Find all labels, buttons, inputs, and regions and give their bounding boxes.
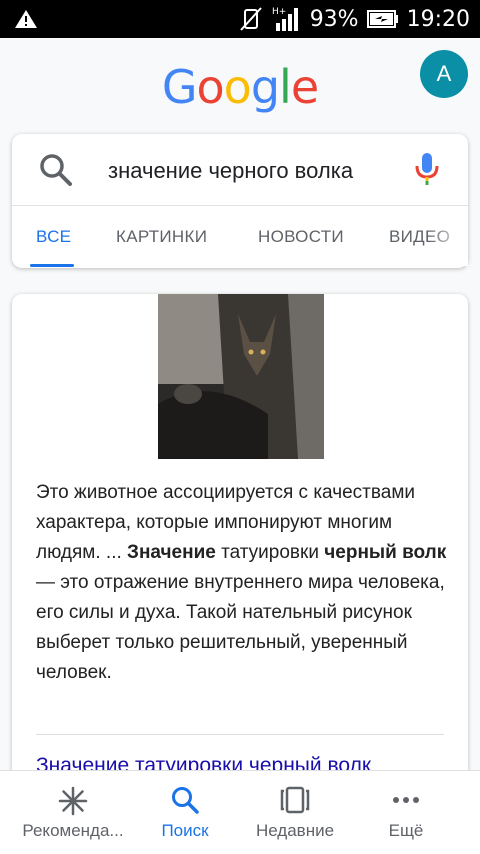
warning-icon <box>15 10 37 28</box>
nav-label: Ещё <box>388 821 424 840</box>
google-logo: Google <box>0 60 480 114</box>
logo-letter: l <box>279 60 292 114</box>
search-results-page: Google A ВСЕ КАРТИНКИ НОВОСТИ ВИДЕО <box>0 38 480 770</box>
search-input[interactable] <box>108 154 378 188</box>
logo-letter: e <box>290 60 319 114</box>
snippet-part: татуировки <box>215 542 325 563</box>
more-dots-icon <box>393 797 419 803</box>
microphone-icon[interactable] <box>414 152 440 186</box>
search-icon[interactable] <box>38 152 74 188</box>
status-bar: H+ 93% 19:20 <box>0 0 480 38</box>
asterisk-icon <box>58 786 88 816</box>
result-link[interactable]: Значение татуировки черный волк <box>36 754 371 770</box>
logo-letter: G <box>161 60 198 114</box>
vibrate-off-icon <box>239 7 262 31</box>
avatar-letter: A <box>436 61 452 86</box>
recent-tabs-icon <box>280 786 310 814</box>
clock: 19:20 <box>406 6 470 32</box>
snippet-highlight: черный волк <box>324 542 447 563</box>
battery-charging-icon <box>366 10 398 28</box>
tab-news[interactable]: НОВОСТИ <box>258 206 344 268</box>
battery-percent: 93% <box>309 6 359 32</box>
signal-icon: H+ <box>272 7 298 31</box>
tab-images[interactable]: КАРТИНКИ <box>116 206 207 268</box>
active-tab-indicator <box>30 264 74 267</box>
bottom-navigation: Рекоменда... Поиск Недавние Ещё <box>0 770 480 854</box>
search-box: ВСЕ КАРТИНКИ НОВОСТИ ВИДЕО <box>12 134 468 268</box>
featured-snippet-card: Это животное ассоциируется с качествами … <box>12 294 468 770</box>
svg-text:H+: H+ <box>272 7 286 17</box>
logo-letter: o <box>196 60 225 114</box>
divider <box>36 734 444 735</box>
nav-recent[interactable]: Недавние <box>245 771 345 854</box>
nav-label: Недавние <box>255 821 335 840</box>
nav-search[interactable]: Поиск <box>145 771 225 854</box>
snippet-part: — это отражение внутреннего мира человек… <box>36 572 445 683</box>
search-tabs: ВСЕ КАРТИНКИ НОВОСТИ ВИДЕО <box>12 206 468 268</box>
snippet-text: Это животное ассоциируется с качествами … <box>36 478 456 688</box>
tabs-fade <box>428 206 468 266</box>
nav-label: Рекоменда... <box>22 821 124 840</box>
nav-label: Поиск <box>161 821 209 840</box>
logo-letter: o <box>223 60 252 114</box>
nav-discover[interactable]: Рекоменда... <box>12 771 134 854</box>
nav-more[interactable]: Ещё <box>370 771 442 854</box>
account-avatar[interactable]: A <box>420 50 468 98</box>
wolf-tattoo-image[interactable] <box>158 294 324 459</box>
logo-letter: g <box>250 60 280 114</box>
snippet-highlight: Значение <box>127 542 216 563</box>
search-row <box>12 134 468 206</box>
search-icon <box>172 787 199 814</box>
tab-all[interactable]: ВСЕ <box>36 206 71 268</box>
